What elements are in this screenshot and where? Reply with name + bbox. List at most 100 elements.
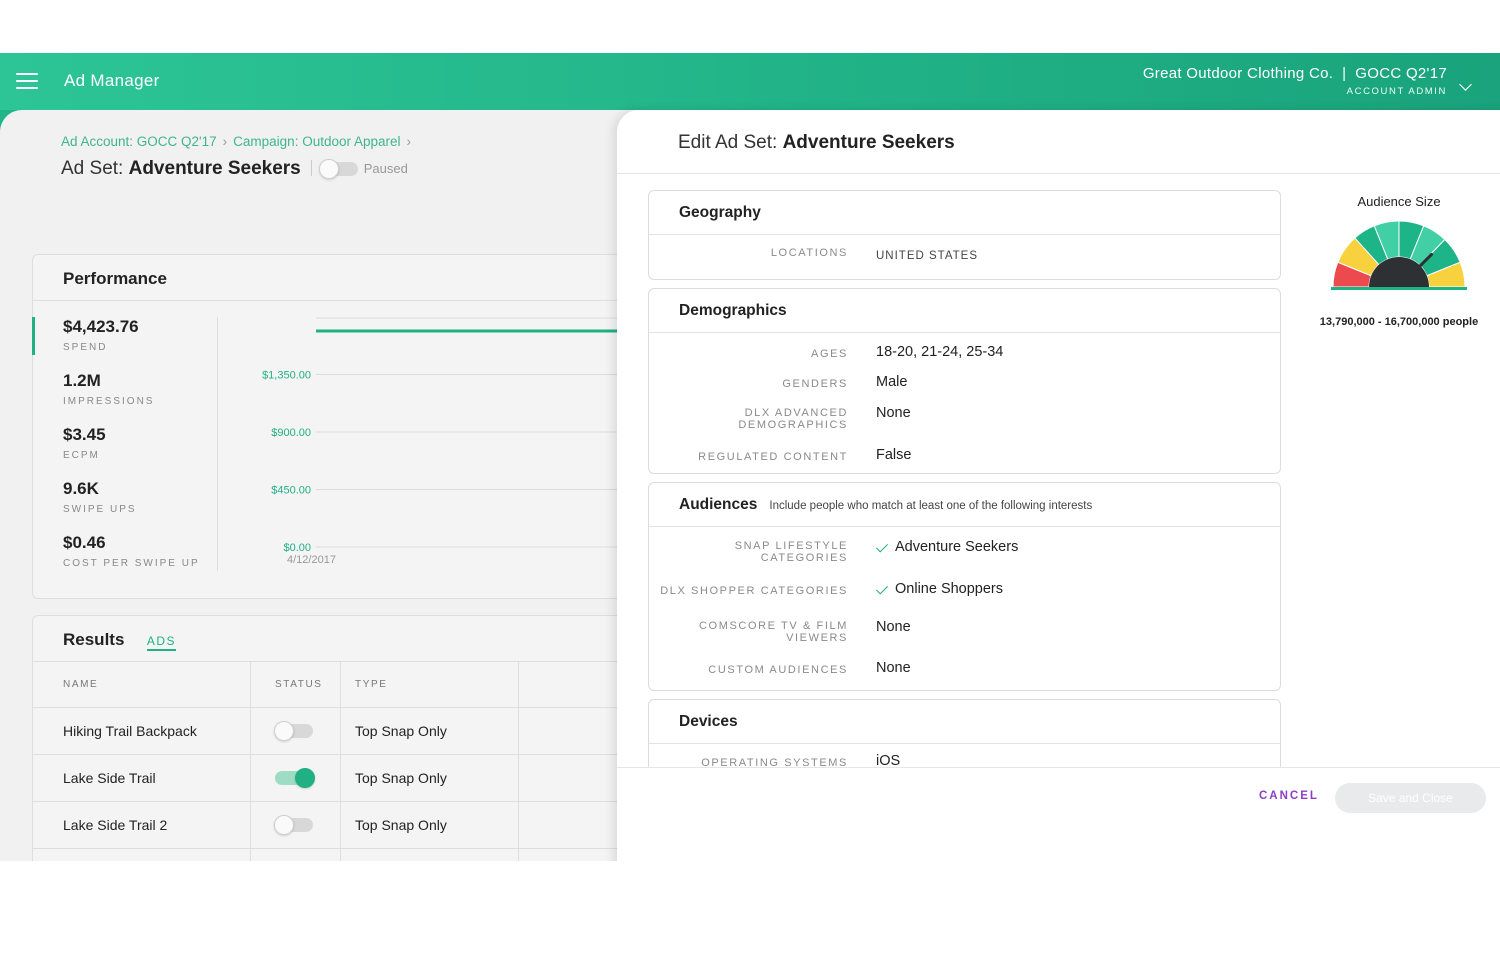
geography-section: Geography LOCATIONS UNITED STATES	[648, 190, 1281, 280]
account-name[interactable]: Great Outdoor Clothing Co. | GOCC Q2'17	[1143, 65, 1447, 82]
toggle-knob	[274, 815, 294, 835]
field-value: Adventure Seekers	[895, 539, 1019, 555]
field-value: None	[876, 405, 911, 421]
results-title: Results	[63, 630, 125, 649]
metric-label: ECPM	[63, 450, 100, 461]
field-value: Male	[876, 374, 908, 390]
toggle-knob	[295, 768, 315, 788]
metrics-list: $4,423.76 SPEND 1.2M IMPRESSIONS $3.45 E…	[33, 317, 218, 571]
metric-cost-per-swipe-up[interactable]: $0.46 COST PER SWIPE UP	[63, 533, 200, 569]
tab-ads[interactable]: ADS	[146, 634, 177, 651]
edit-panel-title: Edit Ad Set: Adventure Seekers	[678, 132, 955, 154]
field-value: UNITED STATES	[876, 250, 979, 262]
ad-type: Top Snap Only	[355, 770, 447, 786]
toggle-knob	[274, 721, 294, 741]
ad-name: Lake Side Trail	[63, 770, 156, 786]
audience-size-range: 13,790,000 - 16,700,000 people	[1319, 316, 1479, 328]
edit-title-prefix: Edit Ad Set:	[678, 132, 783, 153]
chevron-right-icon: ›	[222, 134, 228, 149]
ad-status-toggle[interactable]	[274, 721, 313, 741]
ad-status-toggle[interactable]	[274, 815, 313, 835]
field-label: DLX SHOPPER CATEGORIES	[660, 585, 848, 597]
y-tick-label: $450.00	[271, 485, 311, 497]
field-value: iOS	[876, 753, 901, 767]
title-divider	[310, 160, 312, 176]
audience-size-widget: Audience Size 13,790,000 - 16,700,000 pe…	[1289, 194, 1500, 328]
adset-status-label: Paused	[363, 161, 408, 177]
metric-value: 9.6K	[63, 479, 99, 498]
performance-title: Performance	[33, 255, 671, 301]
field-value: False	[876, 447, 912, 463]
metric-label: SPEND	[63, 342, 108, 353]
table-row[interactable]: Lake Side Trail Top Snap Only	[33, 755, 673, 802]
ad-status-cell	[274, 802, 313, 848]
metric-spend[interactable]: $4,423.76 SPEND	[63, 317, 139, 353]
field-value-wrap: Adventure Seekers	[875, 539, 1019, 555]
adset-overview-panel: Ad Account: GOCC Q2'17 › Campaign: Outdoor…	[0, 110, 673, 861]
chevron-right-icon: ›	[406, 134, 412, 149]
field-label: DLX ADVANCED DEMOGRAPHICS	[738, 407, 848, 431]
cancel-button[interactable]: CANCEL	[1259, 790, 1319, 802]
ad-status-toggle[interactable]	[275, 768, 315, 788]
field-label: AGES	[811, 348, 848, 360]
field-label: OPERATING SYSTEMS	[701, 757, 848, 767]
field-label: COMSCORE TV & FILM VIEWERS	[699, 620, 848, 644]
audience-size-title: Audience Size	[1357, 194, 1441, 209]
check-icon	[875, 540, 889, 553]
performance-chart: $0.00 $450.00 $900.00 $1,350.00 4/12/2017	[262, 317, 673, 566]
gauge-base	[1331, 287, 1467, 290]
metric-value: 1.2M	[63, 371, 101, 390]
field-label: LOCATIONS	[770, 247, 848, 259]
metric-swipe-ups[interactable]: 9.6K SWIPE UPS	[63, 479, 137, 515]
ad-name: Hiking Trail Backpack	[63, 723, 197, 739]
field-label: REGULATED CONTENT	[698, 451, 848, 463]
adset-status-toggle[interactable]	[318, 158, 358, 179]
metric-value: $0.46	[63, 533, 106, 552]
field-value: None	[876, 660, 911, 676]
edit-title-name: Adventure Seekers	[782, 132, 955, 153]
column-header-type[interactable]: TYPE	[355, 662, 388, 707]
chevron-down-icon[interactable]	[1459, 78, 1472, 91]
breadcrumb-account-link[interactable]: Ad Account: GOCC Q2'17	[61, 134, 217, 149]
table-header-row: NAME STATUS TYPE	[33, 662, 673, 708]
breadcrumb-campaign-link[interactable]: Campaign: Outdoor Apparel	[233, 134, 400, 149]
metric-impressions[interactable]: 1.2M IMPRESSIONS	[63, 371, 154, 407]
toggle-knob	[318, 158, 339, 179]
page-title: Ad Set: Adventure Seekers Paused	[61, 158, 408, 180]
column-header-status[interactable]: STATUS	[275, 662, 323, 707]
footer-divider	[617, 767, 1500, 768]
field-value-wrap: Online Shoppers	[875, 581, 1003, 597]
devices-section: Devices OPERATING SYSTEMS iOS	[648, 699, 1281, 767]
metric-value: $3.45	[63, 425, 106, 444]
field-label: SNAP LIFESTYLE CATEGORIES	[734, 540, 848, 564]
ad-type: Top Snap Only	[355, 723, 447, 739]
y-tick-label: $1,350.00	[262, 370, 311, 382]
menu-icon[interactable]	[16, 73, 38, 89]
field-label: GENDERS	[782, 378, 848, 390]
table-row[interactable]: Hiking Trail Backpack Top Snap Only	[33, 708, 673, 755]
page-title-prefix: Ad Set:	[61, 158, 129, 179]
table-row[interactable]: Lake Side Trail 2 Top Snap Only	[33, 802, 673, 849]
app-title: Ad Manager	[64, 71, 160, 90]
metric-label: IMPRESSIONS	[63, 396, 155, 407]
audiences-header: Audiences Include people who match at lea…	[649, 483, 1280, 527]
field-value: 18-20, 21-24, 25-34	[876, 344, 1004, 360]
field-value: None	[876, 619, 911, 635]
metric-ecpm[interactable]: $3.45 ECPM	[63, 425, 106, 461]
check-icon	[875, 582, 889, 595]
save-and-close-button[interactable]: Save and Close	[1335, 783, 1486, 813]
metric-value: $4,423.76	[63, 317, 139, 336]
top-bar: Ad Manager Great Outdoor Clothing Co. | …	[0, 53, 1500, 110]
ad-status-cell	[274, 708, 313, 754]
breadcrumb: Ad Account: GOCC Q2'17 › Campaign: Outdoor…	[61, 134, 417, 149]
audiences-section: Audiences Include people who match at lea…	[648, 482, 1281, 691]
account-switcher[interactable]: Great Outdoor Clothing Co. | GOCC Q2'17 …	[1143, 65, 1447, 97]
metric-label: COST PER SWIPE UP	[63, 558, 200, 569]
performance-card: Performance $4,423.76 SPEND 1.2M IMPRESS…	[32, 254, 673, 599]
section-title: Demographics	[649, 289, 1280, 333]
section-title: Devices	[649, 700, 1280, 744]
column-header-name[interactable]: NAME	[63, 662, 98, 707]
section-subtitle: Include people who match at least one of…	[769, 500, 1093, 512]
account-role: ACCOUNT ADMIN	[1346, 86, 1447, 97]
gauge-icon	[1331, 220, 1467, 290]
